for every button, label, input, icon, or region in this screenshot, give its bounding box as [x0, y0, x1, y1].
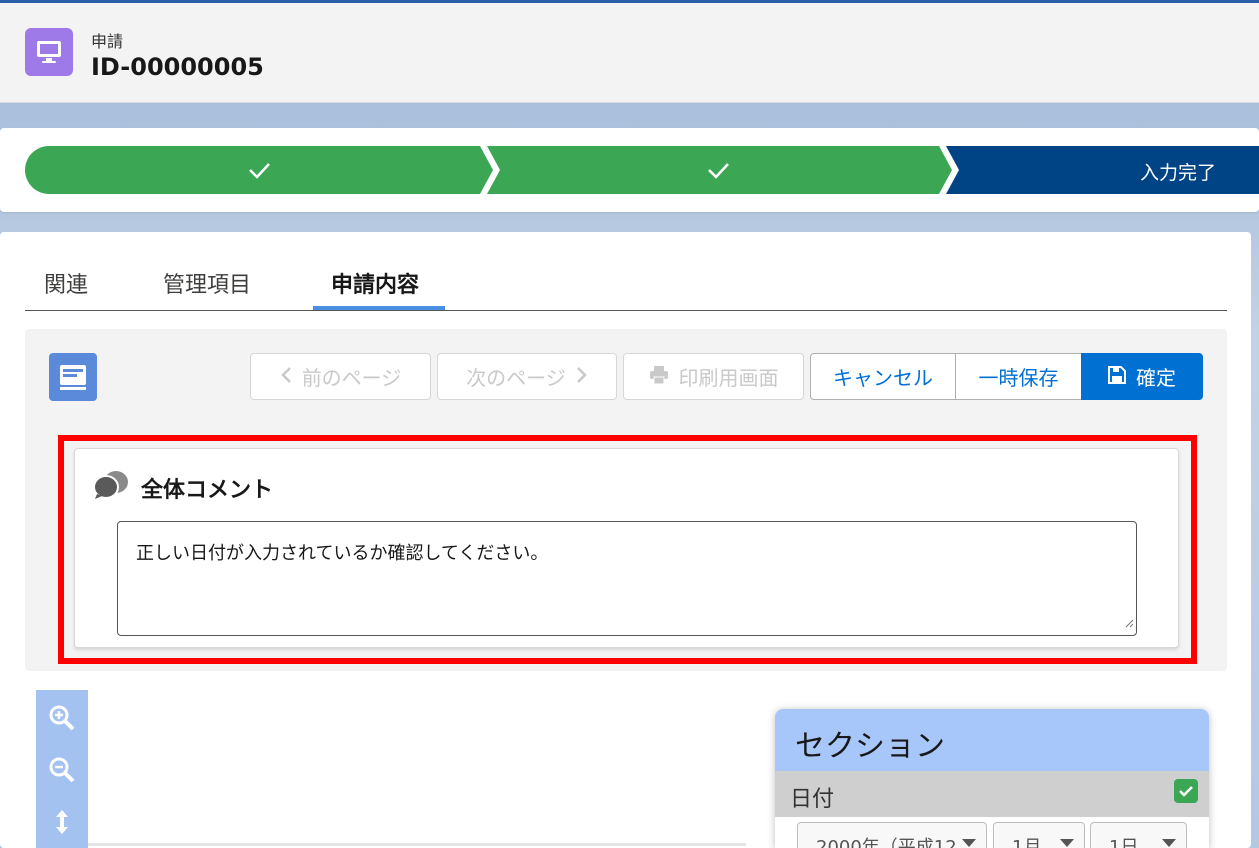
section-title: セクション: [795, 729, 945, 764]
zoom-in-icon[interactable]: [48, 704, 76, 732]
cancel-button[interactable]: キャンセル: [810, 353, 956, 400]
form-icon: [49, 353, 97, 401]
section-row-date[interactable]: 日付: [775, 771, 1209, 817]
tab-bar: 関連 管理項目 申請内容: [25, 232, 1227, 311]
object-type-label: 申請: [91, 32, 124, 51]
tab-management[interactable]: 管理項目: [163, 267, 251, 299]
fit-height-icon[interactable]: [48, 808, 76, 836]
tab-related[interactable]: 関連: [44, 267, 88, 299]
next-page-button[interactable]: 次のページ: [437, 353, 617, 400]
chevron-down-icon: [962, 839, 976, 847]
print-view-label: 印刷用画面: [678, 366, 779, 390]
chevron-right-icon: [576, 365, 588, 389]
printer-icon: [649, 365, 669, 389]
tab-application-content[interactable]: 申請内容: [331, 267, 419, 299]
confirm-label: 確定: [1136, 366, 1176, 390]
record-header: 申請 ID-00000005: [0, 3, 1259, 103]
active-tab-indicator: [313, 306, 445, 310]
confirm-button[interactable]: 確定: [1081, 353, 1203, 400]
prev-page-button[interactable]: 前のページ: [250, 353, 431, 400]
path-chevrons: [25, 146, 1259, 194]
path-step-current-label[interactable]: 入力完了: [1140, 158, 1216, 185]
year-select[interactable]: 2000年（平成12: [797, 822, 987, 848]
path-step-1: [25, 146, 493, 194]
save-icon: [1108, 365, 1126, 389]
record-title: ID-00000005: [91, 53, 264, 81]
checkbox-checked-icon: [1174, 779, 1198, 803]
canvas-divider: [88, 843, 746, 846]
chevron-left-icon: [280, 365, 292, 389]
overall-comment-text: 正しい日付が入力されているか確認してください。: [136, 543, 549, 564]
month-select[interactable]: 1月: [993, 822, 1085, 848]
overall-comment-title: 全体コメント: [141, 478, 274, 503]
year-select-value: 2000年（平成12: [816, 837, 957, 848]
form-area: 前のページ 次のページ 印刷用画面 キャンセル 一時保存 確定 全体コメント 正…: [25, 329, 1227, 671]
main-card: 関連 管理項目 申請内容 前のページ 次のページ 印刷用画面 キャンセル 一時保…: [0, 232, 1251, 848]
month-select-value: 1月: [1012, 837, 1042, 848]
path-step-2: [487, 146, 952, 194]
zoom-toolbar: [36, 690, 88, 848]
chevron-down-icon: [1162, 839, 1176, 847]
path-progress: 入力完了: [0, 128, 1259, 212]
monitor-icon: [25, 28, 73, 76]
section-row-label: 日付: [790, 787, 835, 812]
chevron-down-icon: [1060, 839, 1074, 847]
overall-comment-card: 全体コメント 正しい日付が入力されているか確認してください。: [74, 448, 1179, 648]
section-header: セクション: [775, 709, 1209, 771]
overall-comment-textarea[interactable]: 正しい日付が入力されているか確認してください。: [117, 521, 1137, 636]
resize-handle-icon[interactable]: [1124, 612, 1134, 633]
chat-bubbles-icon: [93, 470, 129, 504]
section-panel: セクション 日付 2000年（平成12 1月 1日: [775, 709, 1209, 848]
day-select-value: 1日: [1109, 837, 1139, 848]
zoom-out-icon[interactable]: [48, 756, 76, 784]
day-select[interactable]: 1日: [1090, 822, 1187, 848]
prev-page-label: 前のページ: [301, 366, 402, 390]
print-view-button[interactable]: 印刷用画面: [623, 353, 804, 400]
temp-save-button[interactable]: 一時保存: [956, 353, 1082, 400]
next-page-label: 次のページ: [466, 366, 566, 390]
